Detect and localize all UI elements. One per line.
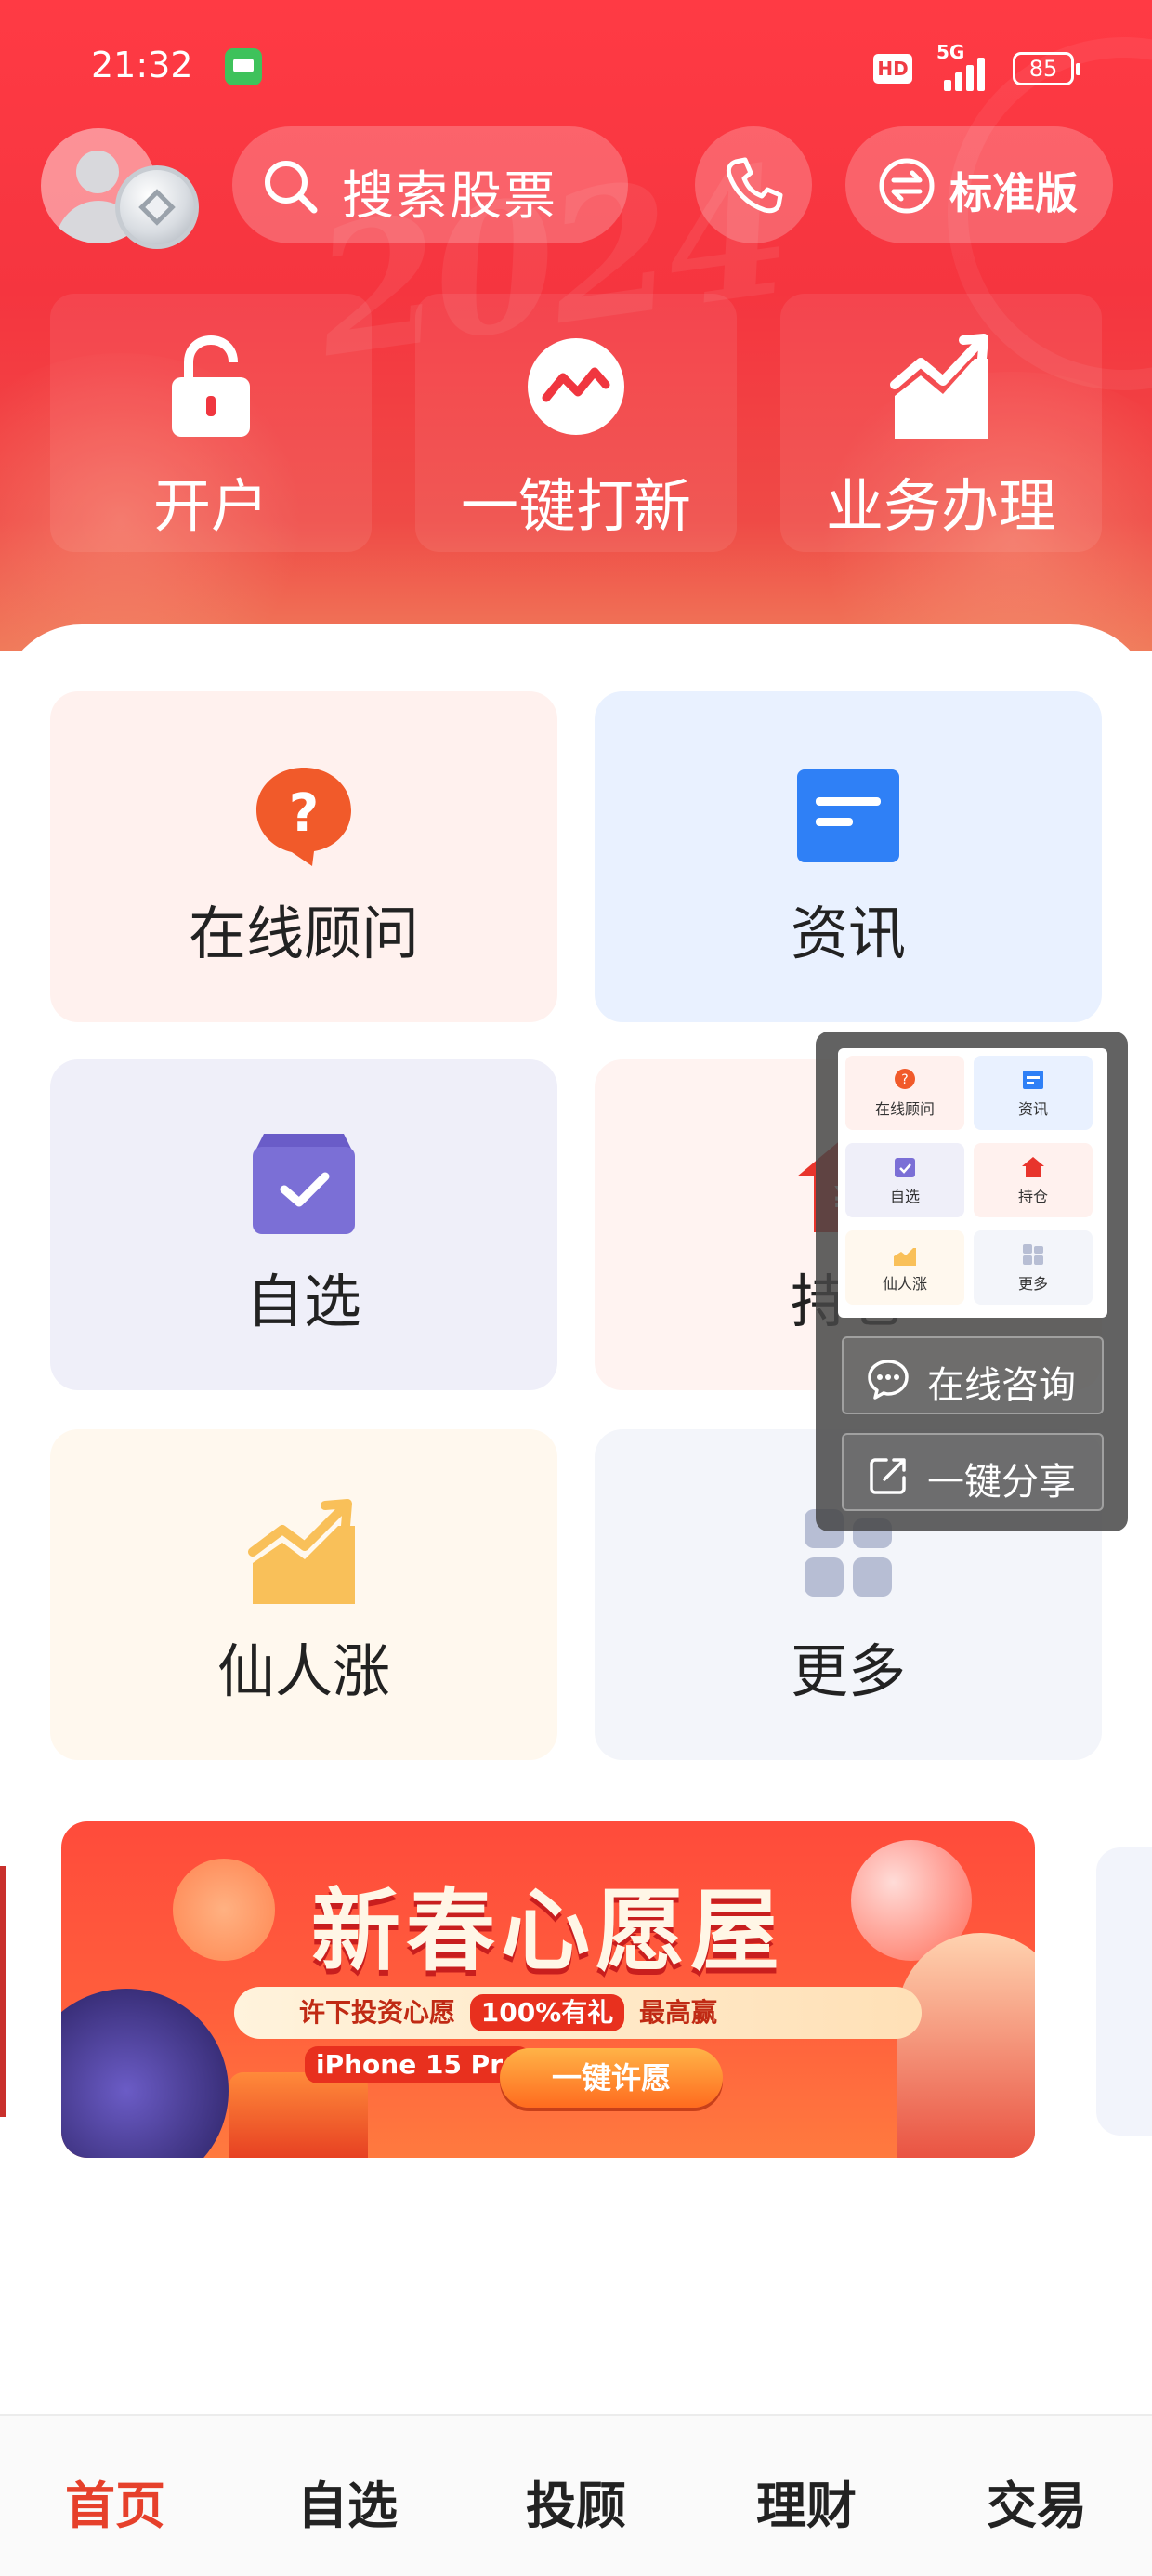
share-button[interactable]: 一键分享	[842, 1433, 1104, 1511]
grid-item-label: 仙人涨	[216, 1637, 390, 1705]
banner-pill-gift: 100%有礼	[469, 1994, 625, 2031]
signal-icon	[940, 58, 990, 91]
floating-panel: ? 在线顾问 资讯 自选 持仓 仙人涨 更多 在线咨询 一键分享	[816, 1032, 1128, 1531]
question-bubble-icon: ?	[895, 1069, 915, 1089]
quick-action-open-account[interactable]: 开户	[50, 294, 372, 552]
phone-icon	[726, 157, 783, 214]
quick-action-label: 业务办理	[825, 472, 1056, 540]
nav-tab-trade[interactable]: 交易	[962, 2464, 1111, 2538]
mini-item: 持仓	[974, 1143, 1093, 1217]
grid-item-news[interactable]: 资讯	[595, 691, 1102, 1022]
promo-banner[interactable]: 新春心愿屋 许下投资心愿 100%有礼 最高赢 iPhone 15 Pro 一键…	[61, 1821, 1035, 2158]
make-wish-button[interactable]: 一键许愿	[500, 2048, 723, 2108]
trend-circle-icon	[528, 338, 624, 435]
mini-preview[interactable]: ? 在线顾问 资讯 自选 持仓 仙人涨 更多	[838, 1048, 1107, 1318]
nav-tab-wealth[interactable]: 理财	[732, 2464, 881, 2538]
mini-item-label: 资讯	[1017, 1100, 1048, 1118]
carousel-prev-peek[interactable]	[0, 1866, 6, 2117]
svg-text:?: ?	[901, 1072, 908, 1087]
mini-item: 自选	[845, 1143, 964, 1217]
phone-prize-image	[61, 1989, 229, 2158]
mini-item-label: 在线顾问	[874, 1100, 935, 1118]
bottom-nav: 首页 自选 投顾 理财 交易	[0, 2414, 1152, 2576]
nav-tab-home[interactable]: 首页	[41, 2464, 190, 2538]
holdings-house-icon	[1022, 1157, 1044, 1177]
mini-item-label: 仙人涨	[882, 1275, 927, 1293]
grid-item-watchlist[interactable]: 自选	[50, 1059, 557, 1390]
checkbox-tray-icon	[253, 1134, 355, 1234]
quick-action-business[interactable]: 业务办理	[780, 294, 1102, 552]
chat-bubble-icon	[868, 1360, 909, 1400]
online-consult-label: 在线咨询	[927, 1364, 1076, 1407]
nav-tab-advisor[interactable]: 投顾	[502, 2464, 650, 2538]
search-placeholder: 搜索股票	[342, 166, 557, 227]
svg-text:?: ?	[289, 783, 319, 844]
grid-item-label: 在线顾问	[188, 900, 419, 967]
question-bubble-icon: ?	[256, 768, 351, 866]
carousel-next-peek[interactable]	[1096, 1847, 1152, 2136]
status-time: 21:32	[91, 45, 193, 85]
banner-subtitle-prefix: 许下投资心愿	[299, 1997, 456, 2028]
lock-open-icon	[172, 335, 250, 437]
banner-title: 新春心愿屋	[311, 1879, 785, 1983]
banner-subtitle-middle: 最高赢	[639, 1997, 718, 2028]
version-label: 标准版	[949, 168, 1078, 218]
search-icon	[265, 161, 318, 214]
status-bar: 21:32 HD 5G 85	[0, 37, 1152, 102]
quick-action-label: 开户	[152, 472, 268, 540]
quick-action-label: 一键打新	[460, 472, 691, 540]
news-icon	[797, 769, 899, 862]
grid-item-label: 自选	[245, 1268, 361, 1335]
header-banner: 2024 21:32 HD 5G 85 搜索股票 标准版 开户 一键打新 业务办…	[0, 0, 1152, 651]
grid-item-xianrenzhang[interactable]: 仙人涨	[50, 1429, 557, 1760]
banner-subtitle: 许下投资心愿 100%有礼 最高赢 iPhone 15 Pro	[234, 1987, 922, 2083]
news-icon	[1023, 1071, 1043, 1089]
nav-tab-watchlist[interactable]: 自选	[273, 2464, 422, 2538]
quick-action-ipo[interactable]: 一键打新	[415, 294, 737, 552]
version-switch-button[interactable]: 标准版	[845, 126, 1113, 243]
growth-chart-icon	[890, 334, 988, 439]
online-consult-button[interactable]: 在线咨询	[842, 1336, 1104, 1414]
switch-icon	[879, 158, 935, 214]
rising-chart-icon	[894, 1248, 916, 1266]
checkbox-tray-icon	[895, 1158, 915, 1177]
more-grid-icon	[1023, 1244, 1043, 1265]
rising-chart-icon	[248, 1499, 355, 1604]
mini-item-label: 更多	[1017, 1275, 1048, 1293]
phone-button[interactable]	[695, 126, 812, 243]
message-app-icon	[225, 48, 262, 85]
search-bar[interactable]: 搜索股票	[232, 126, 628, 243]
battery-icon: 85	[1013, 52, 1080, 85]
grid-item-label: 资讯	[790, 900, 906, 967]
mini-item: 更多	[974, 1230, 1093, 1305]
share-label: 一键分享	[927, 1461, 1076, 1504]
share-icon	[870, 1458, 906, 1494]
mini-item: 资讯	[974, 1056, 1093, 1130]
grid-item-label: 更多	[790, 1637, 906, 1705]
member-badge-icon[interactable]	[115, 165, 199, 249]
mini-item: 仙人涨	[845, 1230, 964, 1305]
mini-item: ? 在线顾问	[845, 1056, 964, 1130]
mini-item-label: 持仓	[1017, 1188, 1048, 1205]
grid-item-online-advisor[interactable]: ? 在线顾问	[50, 691, 557, 1022]
banner-pill-prize: iPhone 15 Pro	[305, 2046, 532, 2083]
hd-indicator: HD	[873, 54, 912, 84]
mini-item-label: 自选	[889, 1188, 920, 1205]
